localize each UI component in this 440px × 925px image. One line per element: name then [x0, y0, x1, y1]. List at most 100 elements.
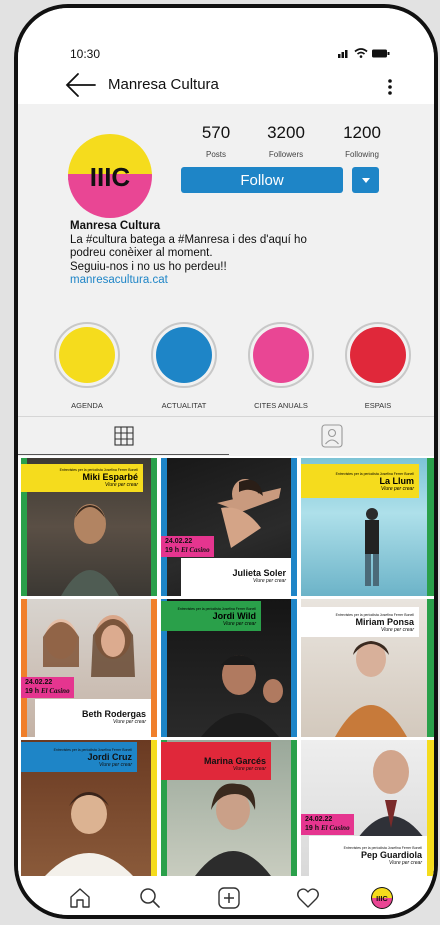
post-tile-miriam-ponsa[interactable]: Entrevistes per la periodista Josefina F… — [301, 599, 434, 737]
post-name-box: Entrevistes per la periodista Josefina F… — [309, 836, 427, 876]
event-date-badge: 24.02.22 19 h El Casino — [21, 677, 74, 698]
post-tagline: Viure per crear — [389, 860, 422, 866]
post-title-banner: Entrevistes per la periodista Josefina F… — [21, 742, 137, 772]
highlight-ring — [248, 322, 314, 388]
tab-tagged[interactable] — [229, 417, 434, 455]
highlight-agenda[interactable]: AGENDA — [48, 322, 126, 410]
top-app-bar: Manresa Cultura — [18, 68, 434, 104]
event-venue: El Casino — [180, 546, 210, 554]
post-tile-la-llum[interactable]: Entrevistes per la periodista Josefina F… — [301, 458, 434, 596]
stat-following[interactable]: 1200 Following — [322, 123, 402, 159]
post-name: Pep Guardiola — [360, 850, 422, 860]
highlight-label: ACTUALITAT — [161, 401, 207, 410]
highlight-ring — [151, 322, 217, 388]
activity-heart-icon[interactable] — [296, 886, 320, 910]
post-tagline: Viure per crear — [253, 578, 286, 584]
highlight-espais[interactable]: ESPAIS — [339, 322, 417, 410]
post-tile-jordi-cruz[interactable]: Entrevistes per la periodista Josefina F… — [21, 740, 157, 876]
post-title-banner: Entrevistes per la periodista Josefina F… — [21, 464, 143, 492]
post-title-banner: Entrevistes per la periodista Josefina F… — [301, 464, 419, 498]
profile-name: Manresa Cultura — [70, 220, 161, 232]
tagged-icon — [320, 424, 343, 448]
follow-button[interactable]: Follow — [181, 167, 343, 193]
svg-text:IIIC: IIIC — [376, 894, 388, 903]
post-name: Miriam Ponsa — [355, 617, 414, 627]
followers-label: Followers — [268, 150, 304, 159]
post-title-banner: Marina Garcés Viure per crear — [161, 742, 271, 780]
post-tile-pep-guardiola[interactable]: 24.02.22 19 h El Casino Entrevistes per … — [301, 740, 434, 876]
highlight-cover — [59, 327, 115, 383]
post-tile-marina-garces[interactable]: Marina Garcés Viure per crear — [161, 740, 297, 876]
active-tab-indicator — [18, 454, 229, 455]
figure-silhouette — [365, 508, 379, 586]
brand-logo: IIIC — [68, 134, 152, 218]
status-time: 10:30 — [70, 47, 101, 61]
post-tile-beth-rodergas[interactable]: 24.02.22 19 h El Casino Beth Rodergas Vi… — [21, 599, 157, 737]
highlight-ring — [54, 322, 120, 388]
event-hour: 19 h — [165, 547, 180, 554]
home-icon[interactable] — [68, 886, 92, 910]
grid-icon — [113, 426, 134, 446]
post-name-box: Beth Rodergas Viure per crear — [35, 699, 151, 737]
post-tagline: Viure per crear — [113, 719, 146, 725]
post-tile-miki-esparbe[interactable]: Entrevistes per la periodista Josefina F… — [21, 458, 157, 596]
post-tile-jordi-wild[interactable]: Entrevistes per la periodista Josefina F… — [161, 599, 297, 737]
followers-count: 3200 — [267, 123, 305, 142]
story-highlights: AGENDA ACTUALITAT CITES ANUALS ESPAIS — [48, 322, 411, 412]
svg-text:IIIC: IIIC — [90, 162, 131, 192]
post-tagline: Viure per crear — [99, 762, 132, 768]
highlight-cover — [156, 327, 212, 383]
highlight-actualitat[interactable]: ACTUALITAT — [145, 322, 223, 410]
stat-posts[interactable]: 570 Posts — [176, 123, 256, 159]
status-bar: 10:30 — [18, 8, 434, 68]
stat-followers[interactable]: 3200 Followers — [246, 123, 326, 159]
tab-posts-grid[interactable] — [18, 417, 229, 455]
highlight-ring — [345, 322, 411, 388]
profile-avatar-icon[interactable]: IIIC — [370, 886, 394, 910]
profile-header: IIIC 570 Posts 3200 Followers 1200 Follo… — [18, 104, 434, 456]
highlight-cites-anuals[interactable]: CITES ANUALS — [242, 322, 320, 410]
post-tile-julieta-soler[interactable]: 24.02.22 19 h El Casino Julieta Soler Vi… — [161, 458, 297, 596]
caret-down-icon — [361, 177, 370, 183]
wifi-icon — [354, 48, 368, 58]
bio-line: La #cultura batega a #Manresa i des d'aq… — [70, 233, 307, 246]
post-name-box: Julieta Soler Viure per crear — [181, 558, 291, 596]
back-arrow-icon[interactable] — [62, 70, 98, 100]
post-tagline: Viure per crear — [223, 621, 256, 627]
suggestions-dropdown-button[interactable] — [352, 167, 379, 193]
highlight-label: ESPAIS — [364, 401, 392, 410]
event-date: 24.02.22 — [165, 538, 193, 545]
post-name: Jordi Wild — [212, 611, 256, 621]
portrait-silhouette — [335, 641, 407, 737]
profile-bio: Manresa Cultura La #cultura batega a #Ma… — [70, 220, 390, 288]
post-title-banner: Entrevistes per la periodista Josefina F… — [301, 607, 419, 637]
page-title: Manresa Cultura — [108, 76, 219, 93]
posts-label: Posts — [205, 150, 226, 159]
post-name: Miki Esparbé — [82, 472, 138, 482]
website-link[interactable]: manresacultura.cat — [70, 274, 390, 288]
event-date-badge: 24.02.22 19 h El Casino — [161, 536, 214, 557]
bottom-navigation: IIIC — [18, 876, 434, 915]
event-venue: El Casino — [40, 687, 70, 695]
post-tagline: Viure per crear — [381, 486, 414, 492]
post-title-banner: Entrevistes per la periodista Josefina F… — [161, 601, 261, 631]
event-hour: 19 h — [25, 688, 40, 695]
bio-line: podreu conèixer al moment. — [70, 247, 213, 259]
event-hour: 19 h — [305, 825, 320, 832]
more-options-icon[interactable] — [380, 74, 400, 100]
posts-grid: Entrevistes per la periodista Josefina F… — [18, 456, 434, 876]
profile-tabs — [18, 416, 434, 455]
battery-icon — [372, 49, 390, 57]
search-icon[interactable] — [138, 886, 162, 910]
post-name: Julieta Soler — [232, 568, 286, 578]
post-name: Jordi Cruz — [87, 752, 132, 762]
portrait-silhouette — [45, 792, 133, 876]
new-post-icon[interactable] — [217, 886, 241, 910]
highlight-cover — [253, 327, 309, 383]
profile-avatar[interactable]: IIIC — [68, 134, 152, 218]
highlight-label: CITES ANUALS — [254, 401, 308, 410]
portrait-silhouette — [61, 504, 119, 596]
signal-icon — [338, 50, 348, 58]
portrait-silhouette — [355, 750, 427, 842]
post-name: Beth Rodergas — [81, 709, 146, 719]
